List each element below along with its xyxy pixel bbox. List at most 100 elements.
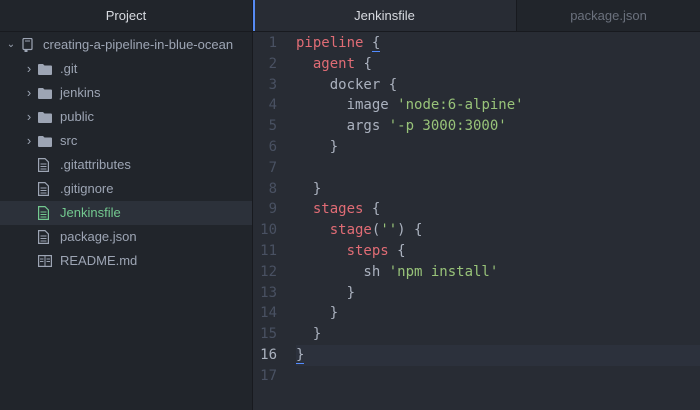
line-number: 4 bbox=[268, 97, 277, 114]
project-sidebar: Project ⌄ creating-a-pipeline-in-blue-oc… bbox=[0, 0, 253, 410]
tree-item-label: src bbox=[60, 133, 78, 148]
repo-icon bbox=[22, 38, 33, 52]
tree-folder-git[interactable]: › .git bbox=[0, 57, 252, 81]
code-string: '' bbox=[380, 222, 398, 239]
line-number: 11 bbox=[260, 242, 277, 259]
code-line[interactable]: } bbox=[296, 283, 700, 304]
code-token: args bbox=[296, 118, 389, 135]
tree-item-label: .gitignore bbox=[60, 181, 114, 196]
chevron-right-icon[interactable]: › bbox=[24, 81, 34, 105]
code-token: { bbox=[371, 201, 381, 218]
project-panel-title: Project bbox=[0, 0, 252, 32]
code-token: } bbox=[296, 305, 339, 322]
tree-file-jenkinsfile[interactable]: Jenkinsfile bbox=[0, 201, 252, 225]
code-line[interactable] bbox=[296, 158, 700, 179]
code-keyword: pipeline bbox=[296, 35, 372, 51]
code-line[interactable]: docker { bbox=[296, 75, 700, 96]
file-text-icon bbox=[38, 230, 49, 244]
code-keyword: stage bbox=[329, 222, 372, 239]
file-tree: ⌄ creating-a-pipeline-in-blue-ocean › .gi… bbox=[0, 33, 252, 273]
line-number: 1 bbox=[268, 35, 277, 51]
tree-file-package-json[interactable]: package.json bbox=[0, 225, 252, 249]
line-number: 9 bbox=[268, 201, 277, 218]
code-token: } bbox=[296, 180, 322, 197]
code-line[interactable]: steps { bbox=[296, 241, 700, 262]
chevron-down-icon[interactable]: ⌄ bbox=[6, 33, 16, 57]
tree-item-label: .git bbox=[60, 61, 78, 76]
line-number: 6 bbox=[268, 138, 277, 155]
code-string: 'npm install' bbox=[388, 263, 499, 280]
folder-icon bbox=[38, 112, 52, 123]
code-string: 'node:6-alpine' bbox=[397, 97, 524, 114]
code-token: image bbox=[296, 97, 398, 114]
code-line[interactable]: } bbox=[296, 303, 700, 324]
chevron-right-icon[interactable]: › bbox=[24, 129, 34, 153]
code-line[interactable] bbox=[296, 366, 700, 387]
code-line[interactable]: } bbox=[296, 179, 700, 200]
folder-icon bbox=[38, 136, 52, 147]
tree-item-label: public bbox=[60, 109, 94, 124]
file-text-icon bbox=[38, 206, 49, 220]
line-number: 2 bbox=[268, 55, 277, 72]
code-keyword: stages bbox=[312, 201, 372, 218]
tree-item-label: Jenkinsfile bbox=[60, 205, 121, 220]
code-keyword: agent bbox=[312, 55, 364, 72]
line-number: 17 bbox=[260, 367, 277, 384]
line-number: 14 bbox=[260, 305, 277, 322]
tree-item-label: .gitattributes bbox=[60, 157, 131, 172]
tree-folder-public[interactable]: › public bbox=[0, 105, 252, 129]
code-line[interactable]: } bbox=[296, 324, 700, 345]
code-token: sh bbox=[296, 263, 389, 280]
code-line[interactable]: image 'node:6-alpine' bbox=[296, 95, 700, 116]
tree-folder-jenkins[interactable]: › jenkins bbox=[0, 81, 252, 105]
code-line[interactable]: pipeline { bbox=[296, 33, 700, 54]
editor-window: Project ⌄ creating-a-pipeline-in-blue-oc… bbox=[0, 0, 700, 410]
code-token: } bbox=[296, 138, 339, 155]
line-number: 3 bbox=[268, 76, 277, 93]
line-number: 7 bbox=[268, 159, 277, 176]
code-line[interactable]: sh 'npm install' bbox=[296, 262, 700, 283]
code-token: } bbox=[296, 346, 305, 364]
tree-folder-src[interactable]: › src bbox=[0, 129, 252, 153]
line-number: 5 bbox=[268, 118, 277, 135]
book-icon bbox=[38, 255, 53, 268]
line-number: 16 bbox=[260, 346, 277, 363]
tab-jenkinsfile[interactable]: Jenkinsfile bbox=[253, 0, 517, 31]
editor-pane: Jenkinsfile package.json 1 2 3 4 5 6 7 8 9 10 11 12… bbox=[253, 0, 700, 410]
tree-file-gitattributes[interactable]: .gitattributes bbox=[0, 153, 252, 177]
folder-icon bbox=[38, 88, 52, 99]
tab-bar: Jenkinsfile package.json bbox=[253, 0, 700, 32]
tree-file-gitignore[interactable]: .gitignore bbox=[0, 177, 252, 201]
chevron-right-icon[interactable]: › bbox=[24, 57, 34, 81]
code-line[interactable]: } bbox=[296, 344, 700, 366]
line-number: 13 bbox=[260, 284, 277, 301]
line-number-gutter: 1 2 3 4 5 6 7 8 9 10 11 12 13 14 15 16 17 bbox=[253, 33, 289, 387]
code-token: docker { bbox=[296, 76, 398, 93]
line-number: 15 bbox=[260, 326, 277, 343]
code-area[interactable]: pipeline { agent { docker { image 'node:… bbox=[296, 33, 700, 387]
code-token: { bbox=[397, 242, 406, 259]
code-token: { bbox=[371, 35, 381, 52]
code-line[interactable]: stage('') { bbox=[296, 220, 700, 241]
code-line[interactable]: stages { bbox=[296, 199, 700, 220]
line-number: 10 bbox=[260, 222, 277, 239]
line-number: 8 bbox=[268, 180, 277, 197]
code-token: ) { bbox=[397, 222, 423, 239]
code-line[interactable]: args '-p 3000:3000' bbox=[296, 116, 700, 137]
tab-package-json[interactable]: package.json bbox=[517, 0, 700, 31]
code-line[interactable]: } bbox=[296, 137, 700, 158]
tree-root[interactable]: ⌄ creating-a-pipeline-in-blue-ocean bbox=[0, 33, 252, 57]
tree-file-readme-md[interactable]: README.md bbox=[0, 249, 252, 273]
code-keyword: steps bbox=[346, 242, 398, 259]
tree-item-label: package.json bbox=[60, 229, 137, 244]
chevron-right-icon[interactable]: › bbox=[24, 105, 34, 129]
tree-item-label: README.md bbox=[60, 253, 138, 268]
folder-icon bbox=[38, 64, 52, 75]
code-token: } bbox=[296, 326, 322, 343]
code-line[interactable]: agent { bbox=[296, 54, 700, 75]
tree-root-label: creating-a-pipeline-in-blue-ocean bbox=[43, 37, 234, 52]
